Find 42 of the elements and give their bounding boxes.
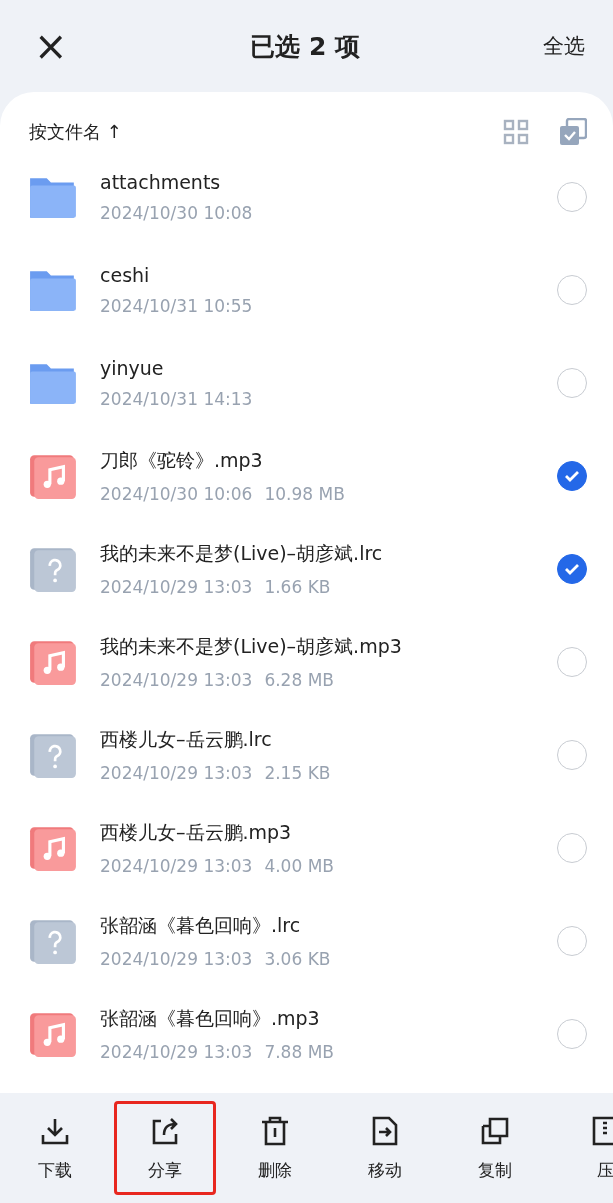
file-size: 2.15 KB bbox=[264, 762, 331, 783]
file-name: 张韶涵《暮色回响》.mp3 bbox=[100, 1005, 321, 1031]
sort-button[interactable]: 按文件名 ↑ bbox=[29, 120, 122, 144]
file-date: 2024/10/29 13:03 bbox=[100, 948, 253, 969]
file-name: 张韶涵《暮色回响》.lrc bbox=[100, 912, 302, 938]
file-date: 2024/10/30 10:08 bbox=[100, 202, 253, 223]
trash-icon bbox=[259, 1114, 291, 1147]
file-name: 我的未来不是梦(Live)–胡彦斌.mp3 bbox=[100, 633, 403, 659]
file-size: 7.88 MB bbox=[264, 1041, 334, 1062]
file-size: 6.28 MB bbox=[264, 669, 334, 690]
toolbar-button[interactable]: 复制 bbox=[444, 1101, 546, 1195]
file-date: 2024/10/31 14:13 bbox=[100, 388, 253, 409]
file-date: 2024/10/29 13:03 bbox=[100, 669, 253, 690]
select-all-button[interactable]: 全选 bbox=[543, 32, 585, 60]
toolbar-button[interactable]: 移动 bbox=[334, 1101, 436, 1195]
file-name: ceshi bbox=[100, 263, 151, 286]
grid-view-icon[interactable] bbox=[503, 119, 529, 145]
file-name: attachments bbox=[100, 170, 222, 193]
file-size: 10.98 MB bbox=[264, 483, 345, 504]
multi-select-icon[interactable] bbox=[559, 118, 587, 146]
file-date: 2024/10/29 13:03 bbox=[100, 762, 253, 783]
toolbar-button[interactable]: 下载 bbox=[4, 1101, 106, 1195]
file-size: 1.66 KB bbox=[264, 576, 331, 597]
file-name: 刀郎《驼铃》.mp3 bbox=[100, 447, 264, 473]
file-date: 2024/10/29 13:03 bbox=[100, 576, 253, 597]
file-name: 西楼儿女–岳云鹏.lrc bbox=[100, 726, 273, 752]
toolbar-button[interactable]: 删除 bbox=[224, 1101, 326, 1195]
select-checkbox[interactable] bbox=[557, 553, 587, 584]
select-checkbox[interactable] bbox=[557, 460, 587, 491]
file-date: 2024/10/29 13:03 bbox=[100, 855, 253, 876]
file-date: 2024/10/29 13:03 bbox=[100, 1041, 253, 1062]
file-name: 西楼儿女–岳云鹏.mp3 bbox=[100, 819, 293, 845]
toolbar-button[interactable]: 压 bbox=[554, 1101, 613, 1195]
toolbar-button[interactable]: 分享 bbox=[114, 1101, 216, 1195]
selection-title: 已选 2 项 bbox=[250, 30, 361, 63]
file-size: 3.06 KB bbox=[264, 948, 331, 969]
file-name: yinyue bbox=[100, 356, 165, 379]
close-button[interactable]: × bbox=[34, 26, 68, 66]
file-size: 4.00 MB bbox=[264, 855, 334, 876]
file-date: 2024/10/31 10:55 bbox=[100, 295, 253, 316]
file-name: 我的未来不是梦(Live)–胡彦斌.lrc bbox=[100, 540, 384, 566]
file-date: 2024/10/30 10:06 bbox=[100, 483, 253, 504]
